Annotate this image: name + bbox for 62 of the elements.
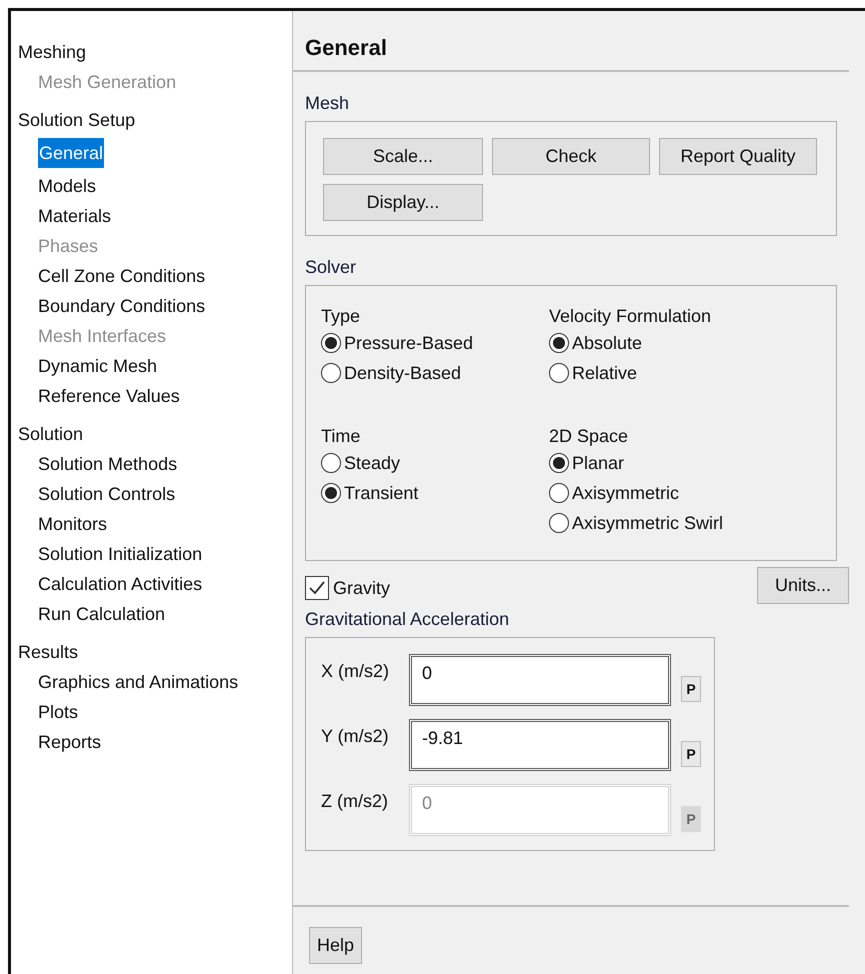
radio-button[interactable] bbox=[321, 333, 341, 353]
radio-label: Density-Based bbox=[344, 362, 462, 385]
check-icon bbox=[308, 579, 326, 597]
tree-item[interactable]: Solution Initialization bbox=[38, 539, 202, 569]
group-label: 2D Space bbox=[549, 425, 630, 448]
tree-section[interactable]: Solution bbox=[18, 419, 84, 449]
mesh-button[interactable]: Check bbox=[492, 138, 650, 175]
tree-item[interactable]: Solution Methods bbox=[38, 449, 178, 479]
field-label: Z (m/s2) bbox=[321, 790, 389, 813]
tree-item[interactable]: Run Calculation bbox=[38, 599, 166, 629]
radio-label: Relative bbox=[572, 362, 638, 384]
group-label: Time bbox=[321, 425, 362, 448]
mesh-button[interactable]: Report Quality bbox=[659, 138, 817, 175]
tree-item[interactable]: Plots bbox=[38, 697, 78, 727]
radio-label: Transient bbox=[344, 482, 418, 504]
mesh-button[interactable]: Scale... bbox=[323, 138, 483, 175]
tree-item[interactable]: Materials bbox=[38, 201, 112, 231]
radio-button[interactable] bbox=[549, 453, 569, 473]
group-label: Velocity Formulation bbox=[549, 305, 712, 328]
radio-button[interactable] bbox=[321, 453, 341, 473]
radio-button[interactable] bbox=[549, 363, 569, 383]
field-label: X (m/s2) bbox=[321, 660, 390, 683]
section-label: Gravitational Acceleration bbox=[305, 608, 510, 631]
field-label: Y (m/s2) bbox=[321, 725, 390, 748]
tree-item[interactable]: Monitors bbox=[38, 509, 108, 539]
units-button[interactable]: Units... bbox=[757, 567, 849, 604]
checkbox-label: Gravity bbox=[333, 576, 390, 600]
checkbox[interactable] bbox=[305, 576, 329, 600]
section-label: Solver bbox=[305, 256, 358, 279]
radio-label: Axisymmetric bbox=[572, 482, 679, 505]
tree-item[interactable]: Solution Controls bbox=[38, 479, 176, 509]
section-label: Mesh bbox=[305, 92, 350, 115]
tree-section[interactable]: Meshing bbox=[18, 37, 86, 67]
tree-item[interactable]: General bbox=[38, 138, 104, 168]
radio-label: Planar bbox=[572, 452, 624, 474]
help-button[interactable]: Help bbox=[309, 927, 362, 964]
tree-item[interactable]: Graphics and Animations bbox=[38, 667, 238, 697]
radio-label: Absolute bbox=[572, 332, 642, 354]
radio-label: Steady bbox=[344, 452, 400, 475]
value-field[interactable]: -9.81 bbox=[409, 719, 671, 771]
value-field[interactable]: 0 bbox=[409, 654, 671, 706]
tree-item[interactable]: Dynamic Mesh bbox=[38, 351, 158, 381]
radio-button[interactable] bbox=[321, 363, 341, 383]
tree-item[interactable]: Calculation Activities bbox=[38, 569, 202, 599]
parameter-button[interactable]: P bbox=[681, 676, 701, 702]
tree-item[interactable]: Reports bbox=[38, 727, 102, 757]
radio-button[interactable] bbox=[321, 483, 341, 503]
panel-title: General bbox=[305, 35, 387, 60]
mesh-button[interactable]: Display... bbox=[323, 184, 483, 221]
group-label: Type bbox=[321, 305, 362, 328]
radio-label: Pressure-Based bbox=[344, 332, 474, 354]
radio-button[interactable] bbox=[549, 513, 569, 533]
tree-item[interactable]: Boundary Conditions bbox=[38, 291, 206, 321]
tree-section[interactable]: Results bbox=[18, 637, 78, 667]
radio-label: Axisymmetric Swirl bbox=[572, 512, 723, 535]
radio-button[interactable] bbox=[549, 483, 569, 503]
parameter-button[interactable]: P bbox=[681, 741, 701, 767]
tree-item[interactable]: Models bbox=[38, 171, 96, 201]
tree-item[interactable]: Reference Values bbox=[38, 381, 180, 411]
radio-button[interactable] bbox=[549, 333, 569, 353]
tree-item[interactable]: Cell Zone Conditions bbox=[38, 261, 206, 291]
tree-section[interactable]: Solution Setup bbox=[18, 105, 136, 135]
